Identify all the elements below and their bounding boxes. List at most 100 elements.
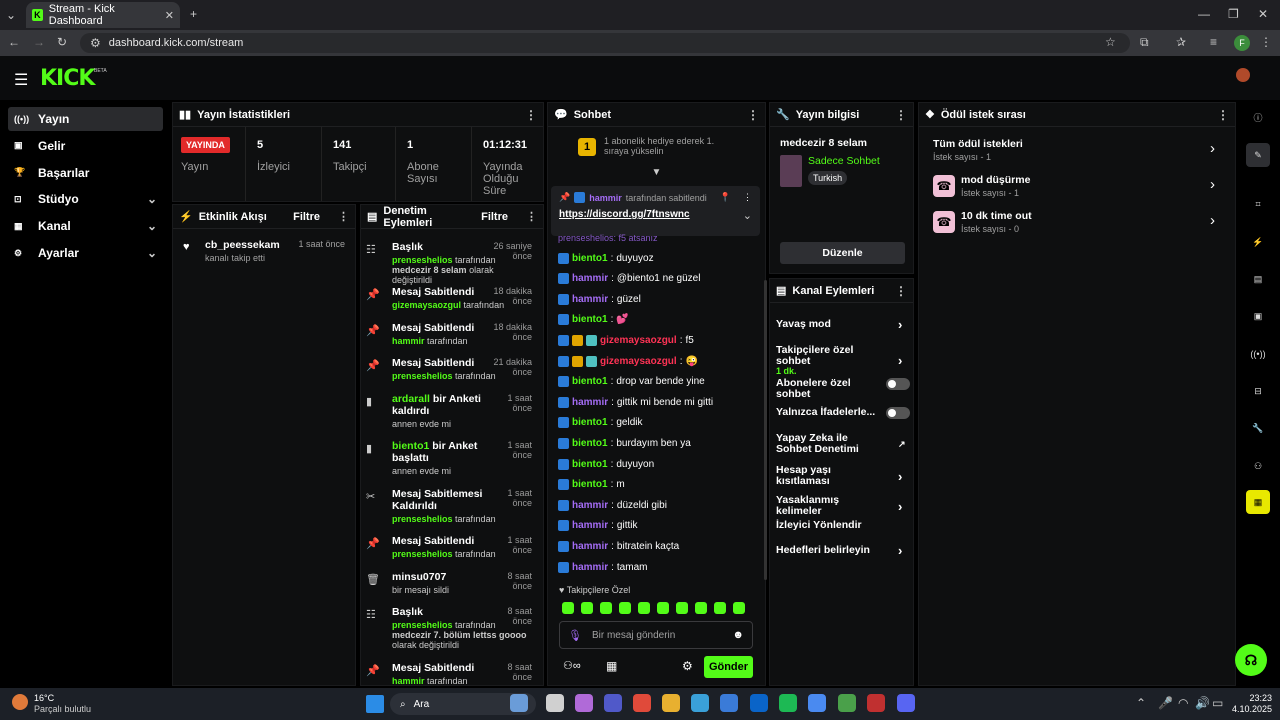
- chat-message[interactable]: biento1: burdayım ben ya: [558, 434, 691, 452]
- modlog-sub-user[interactable]: hammir: [392, 676, 425, 686]
- microphone-tray-icon[interactable]: 🎤: [1158, 696, 1173, 710]
- chat-username[interactable]: biento1: [572, 253, 608, 264]
- modlog-more-icon[interactable]: ⋮: [526, 210, 537, 223]
- chat-message[interactable]: hammir: güzel: [558, 290, 641, 308]
- stats-more-icon[interactable]: ⋮: [525, 108, 537, 122]
- chat-username[interactable]: hammir: [572, 500, 608, 511]
- viewer-list-icon[interactable]: ⚇∞: [563, 659, 581, 672]
- reward-item[interactable]: ☎ 10 dk time out İstek sayısı - 0 ›: [933, 208, 1223, 238]
- pinned-more-icon[interactable]: ⋮: [743, 192, 752, 203]
- chat-more-icon[interactable]: ⋮: [747, 108, 759, 122]
- chat-message[interactable]: biento1: duyuyon: [558, 455, 654, 473]
- collapse-arrow-icon[interactable]: ▼: [548, 167, 765, 178]
- discord-icon[interactable]: [897, 694, 915, 712]
- chat-message[interactable]: biento1: drop var bende yine: [558, 373, 705, 391]
- chat-message[interactable]: biento1: geldik: [558, 414, 642, 432]
- chat-username[interactable]: biento1: [572, 438, 608, 449]
- clock-time[interactable]: 23:23: [1242, 693, 1272, 703]
- chat-input[interactable]: 🎙 Bir mesaj gönderin ☻: [559, 621, 753, 649]
- chrome-icon[interactable]: [633, 694, 651, 712]
- maximize-icon[interactable]: ❐: [1228, 7, 1239, 21]
- channel-action-item[interactable]: Yapay Zeka ile Sohbet Denetimi ↗: [776, 432, 906, 455]
- chat-icon[interactable]: ▣: [1246, 304, 1270, 328]
- info-icon[interactable]: ⓘ: [1246, 105, 1270, 129]
- channel-actions-more-icon[interactable]: ⋮: [895, 284, 907, 298]
- copilot-icon[interactable]: [575, 694, 593, 712]
- chat-message[interactable]: gizemaysaozgul: f5: [558, 331, 694, 349]
- close-window-icon[interactable]: ✕: [1258, 7, 1268, 21]
- unpin-icon[interactable]: 📍: [720, 192, 731, 203]
- channel-action-item[interactable]: Yasaklanmış kelimeler ›: [776, 494, 906, 517]
- channel-action-item[interactable]: Yavaş mod ›: [776, 317, 906, 332]
- edit-button[interactable]: Düzenle: [780, 242, 905, 264]
- weather-icon[interactable]: [12, 694, 28, 710]
- pencil-icon[interactable]: ✎: [1246, 143, 1270, 167]
- chat-username[interactable]: hammir: [572, 397, 608, 408]
- chat-message[interactable]: hammir: düzeldi gibi: [558, 496, 667, 514]
- edge-icon[interactable]: [691, 694, 709, 712]
- teams-icon[interactable]: [604, 694, 622, 712]
- help-chat-button[interactable]: ☊: [1235, 644, 1267, 676]
- hamburger-menu-icon[interactable]: ☰: [14, 70, 28, 90]
- bookmark-star-icon[interactable]: ☆: [1105, 35, 1116, 49]
- store-icon[interactable]: ▦: [606, 659, 617, 673]
- chat-message[interactable]: hammir: gittik: [558, 517, 637, 535]
- user-avatar[interactable]: [1236, 68, 1250, 82]
- outlook-icon[interactable]: [750, 694, 768, 712]
- browser-menu-icon[interactable]: ⋮: [1260, 35, 1272, 49]
- nav-item-2[interactable]: 🏆 Başarılar: [8, 161, 163, 185]
- chat-username[interactable]: hammir: [572, 273, 608, 284]
- nav-item-5[interactable]: ⚙ Ayarlar ⌄: [8, 241, 163, 265]
- chat-message[interactable]: hammir: tamam: [558, 558, 647, 576]
- modlog-sub-user[interactable]: prenseshelios: [392, 255, 453, 265]
- nav-item-3[interactable]: ⊡ Stüdyo ⌄: [8, 187, 163, 211]
- modlog-sub-user[interactable]: prenseshelios: [392, 371, 453, 381]
- calendar-icon[interactable]: [808, 694, 826, 712]
- modlog-title-user[interactable]: ardarall: [392, 393, 430, 405]
- chat-message[interactable]: hammir: gittik mi bende mi gitti: [558, 393, 713, 411]
- chat-scrollbar[interactable]: [764, 280, 767, 580]
- emote-icon[interactable]: [562, 602, 574, 614]
- stream-category[interactable]: Sadece Sohbet: [808, 155, 880, 167]
- site-info-icon[interactable]: ⚙: [90, 36, 101, 50]
- pinned-message[interactable]: 📌 hammir tarafından sabitlendi 📍 ⋮ https…: [551, 186, 760, 236]
- chat-message[interactable]: biento1: duyuyoz: [558, 249, 654, 267]
- mic-icon[interactable]: 🎙: [568, 629, 582, 642]
- emote-icon[interactable]: [600, 602, 612, 614]
- emote-icon[interactable]: [714, 602, 726, 614]
- clock-date[interactable]: 4.10.2025: [1222, 704, 1272, 714]
- emoji-icon[interactable]: ☻: [732, 629, 744, 641]
- emote-icon[interactable]: [619, 602, 631, 614]
- activity-filter-button[interactable]: Filtre: [293, 211, 320, 223]
- wifi-icon[interactable]: ◠: [1178, 696, 1188, 710]
- emote-icon[interactable]: [676, 602, 688, 614]
- chat-username[interactable]: hammir: [572, 541, 608, 552]
- modlog-sub-user[interactable]: gizemaysaozgul: [392, 300, 461, 310]
- back-icon[interactable]: ←: [8, 35, 20, 49]
- pinned-by-user[interactable]: hammir: [589, 193, 622, 203]
- file-manager-icon[interactable]: [546, 694, 564, 712]
- vpn-icon[interactable]: [867, 694, 885, 712]
- channel-action-item[interactable]: Hedefleri belirleyin ›: [776, 543, 906, 558]
- channel-action-item[interactable]: Takipçilere özel sohbet 1 dk. ›: [776, 344, 906, 376]
- new-tab-icon[interactable]: +: [190, 7, 197, 21]
- forward-icon[interactable]: →: [33, 35, 45, 49]
- pinned-link[interactable]: https://discord.gg/7ftnswnc: [559, 209, 690, 222]
- nav-item-0[interactable]: ((•)) Yayın: [8, 107, 163, 131]
- chat-username[interactable]: biento1: [572, 459, 608, 470]
- kick-logo[interactable]: KICK: [40, 66, 95, 91]
- modlog-sub-user[interactable]: prenseshelios: [392, 514, 453, 524]
- nav-item-1[interactable]: ▣ Gelir: [8, 134, 163, 158]
- chat-username[interactable]: gizemaysaozgul: [600, 335, 677, 346]
- tab-list-icon[interactable]: ⌄: [6, 8, 16, 22]
- channel-action-item[interactable]: İzleyici Yönlendir: [776, 519, 906, 531]
- clipboard-icon[interactable]: ▤: [1246, 267, 1270, 291]
- emote-icon[interactable]: [733, 602, 745, 614]
- wrench-icon[interactable]: 🔧: [1246, 416, 1270, 440]
- layout-icon[interactable]: ⊟: [1246, 379, 1270, 403]
- store-icon[interactable]: [720, 694, 738, 712]
- favorites-icon[interactable]: ✰: [1176, 35, 1186, 49]
- channel-action-item[interactable]: Abonelere özel sohbet: [776, 377, 910, 400]
- nav-item-4[interactable]: ▦ Kanal ⌄: [8, 214, 163, 238]
- activity-more-icon[interactable]: ⋮: [338, 210, 349, 223]
